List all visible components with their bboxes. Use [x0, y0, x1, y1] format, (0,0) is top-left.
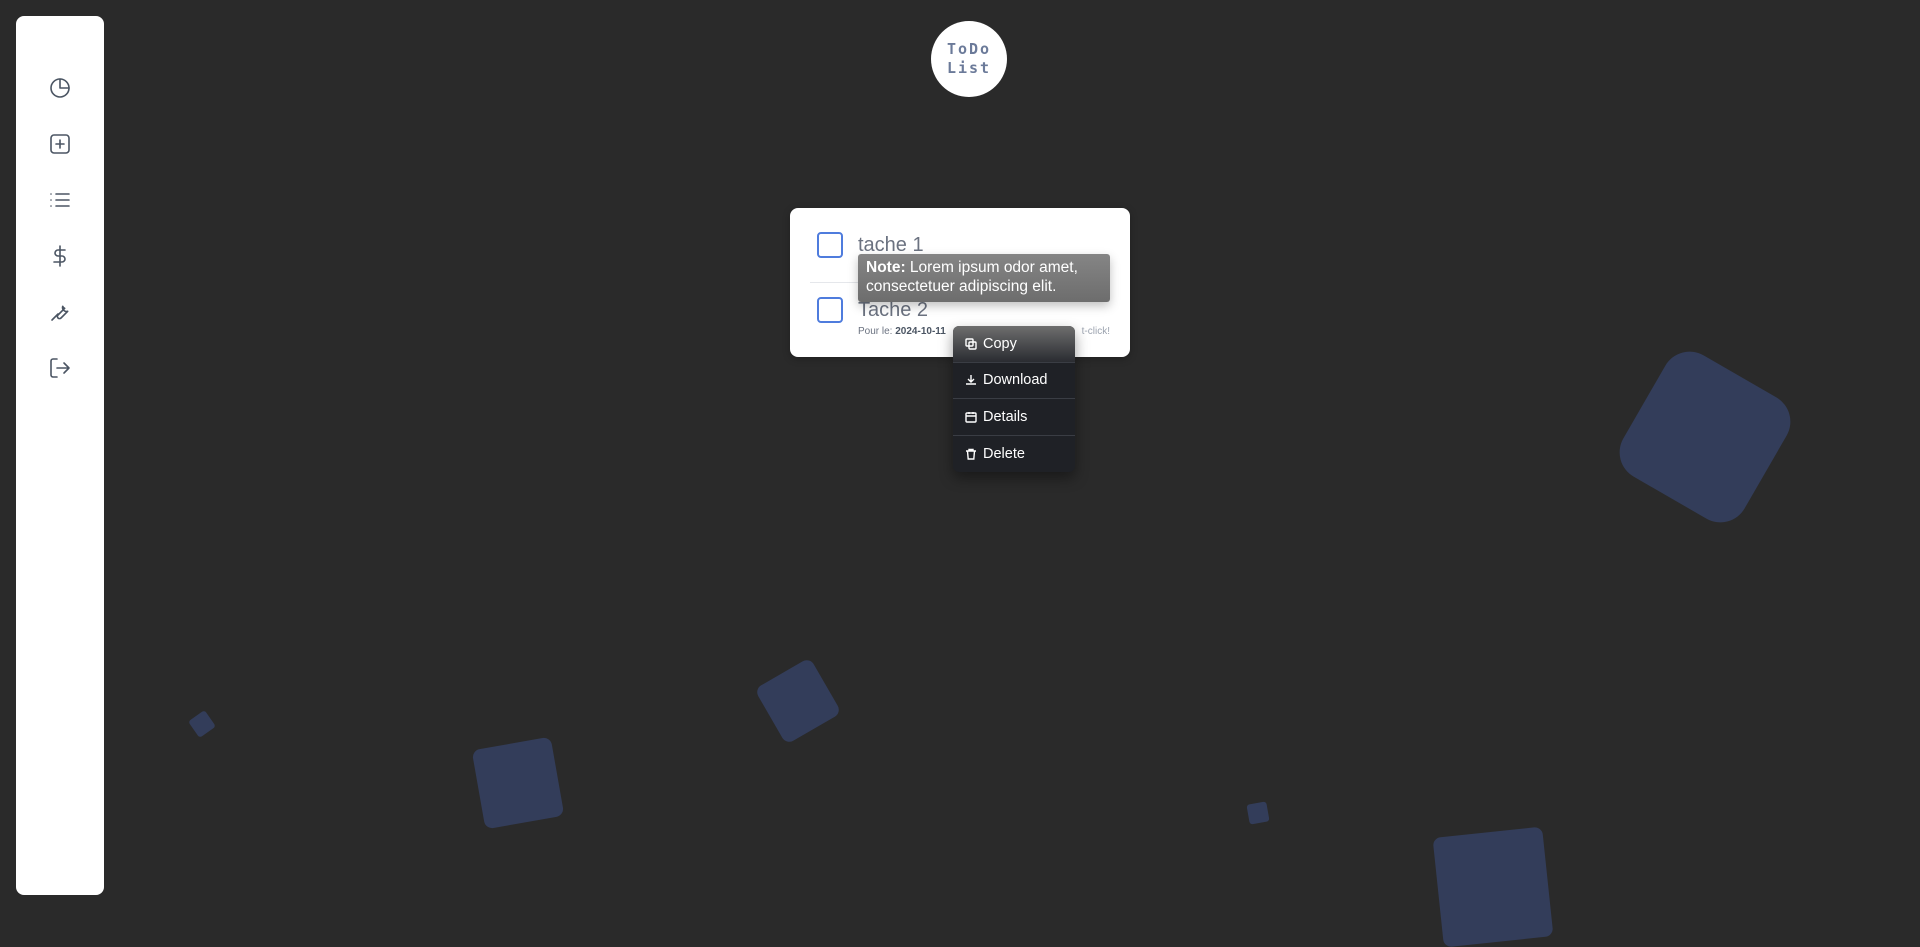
menu-item-label: Delete [983, 445, 1025, 462]
background-shape [1432, 826, 1554, 947]
sidebar [16, 16, 104, 895]
background-shape [1246, 801, 1270, 825]
due-label: Pour le: [858, 326, 893, 337]
task-checkbox[interactable] [817, 232, 843, 258]
background-shape [471, 736, 565, 830]
list-icon[interactable] [48, 188, 72, 212]
logo-line-1: ToDo [946, 40, 992, 58]
background-shape [754, 657, 842, 745]
note-tooltip: Note: Lorem ipsum odor amet, consectetue… [858, 254, 1110, 302]
tooltip-label: Note: [866, 259, 906, 276]
menu-item-details[interactable]: Details [953, 399, 1075, 436]
background-shape [188, 710, 216, 738]
plus-square-icon[interactable] [48, 132, 72, 156]
wrench-icon[interactable] [48, 300, 72, 324]
copy-icon [965, 338, 977, 350]
details-icon [965, 411, 977, 423]
pie-chart-icon[interactable] [48, 76, 72, 100]
logout-icon[interactable] [48, 356, 72, 380]
download-icon [966, 375, 976, 385]
task-title: Tache 2 [858, 299, 929, 321]
task-hint: t-click! [1081, 326, 1110, 337]
context-menu: Copy Download Details Delete [953, 326, 1075, 472]
menu-item-copy[interactable]: Copy [953, 326, 1075, 363]
task-checkbox[interactable] [817, 297, 843, 323]
menu-item-delete[interactable]: Delete [953, 436, 1075, 473]
background-shape [1609, 341, 1801, 533]
menu-item-label: Copy [983, 335, 1017, 352]
task-due: Pour le: 2024-10-11 [858, 326, 946, 337]
menu-item-label: Download [983, 372, 1048, 389]
menu-item-download[interactable]: Download [953, 363, 1075, 399]
app-logo: ToDo List [931, 21, 1007, 97]
dollar-icon[interactable] [48, 244, 72, 268]
logo-line-2: List [946, 59, 992, 77]
due-date: 2024-10-11 [895, 326, 946, 337]
menu-item-label: Details [983, 408, 1028, 425]
trash-icon [966, 448, 976, 460]
